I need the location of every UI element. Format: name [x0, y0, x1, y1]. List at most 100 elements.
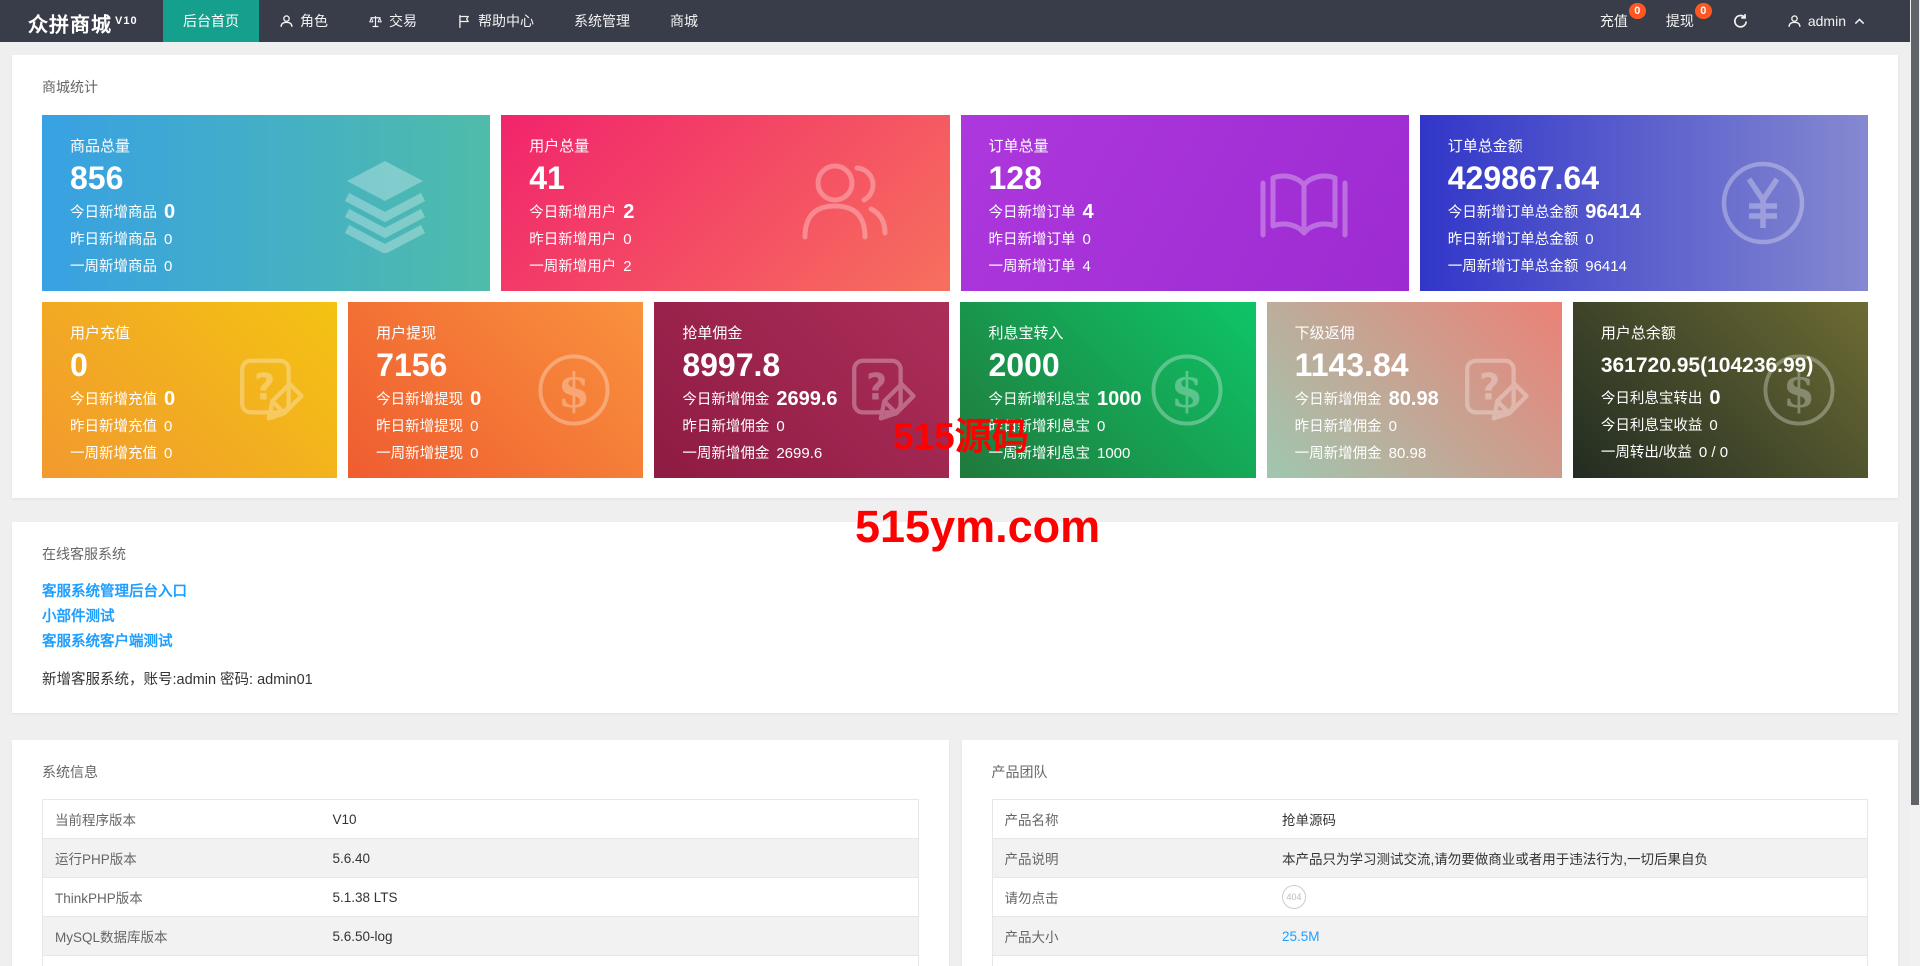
card-title: 下级返佣: [1295, 322, 1562, 343]
top-navbar: 众拼商城V10 后台首页 角色 交易 帮助中心 系统管理 商城 充值 0 提现 …: [0, 0, 1920, 42]
app-logo: 众拼商城V10: [0, 0, 163, 42]
nav-item-trade[interactable]: 交易: [348, 0, 437, 42]
card-title: 用户总余额: [1601, 322, 1868, 343]
flag-icon: [457, 14, 472, 29]
withdraw-label: 提现: [1666, 11, 1694, 31]
row-label: 产品名称: [992, 800, 1270, 839]
widget-test-link[interactable]: 小部件测试: [42, 605, 1868, 630]
nav-item-mall[interactable]: 商城: [650, 0, 718, 42]
card-stat-line: 今日新增提现0: [376, 389, 643, 410]
chevron-up-icon: [1852, 14, 1867, 29]
nav-item-label: 商城: [670, 11, 698, 31]
card-stat-line: 昨日新增订单总金额0: [1448, 230, 1868, 250]
badge-404-link[interactable]: 404: [1282, 885, 1306, 909]
app-title: 众拼商城: [28, 15, 112, 37]
card-stat-line: 今日利息宝转出0: [1601, 388, 1868, 409]
card-title: 用户总量: [529, 135, 949, 156]
card-stat-line: 一周新增提现0: [376, 444, 643, 464]
table-row: 产品大小 25.5M: [992, 917, 1868, 956]
card-title: 抢单佣金: [682, 322, 949, 343]
app-version: V10: [115, 15, 138, 27]
product-team-panel: 产品团队 产品名称 抢单源码 产品说明 本产品只为学习测试交流,请勿要做商业或者…: [962, 740, 1899, 966]
stat-card-user-withdraw: 用户提现 7156 今日新增提现0 昨日新增提现0 一周新增提现0: [348, 302, 643, 478]
person-icon: [1787, 14, 1802, 29]
system-info-panel: 系统信息 当前程序版本 V10 运行PHP版本 5.6.40 ThinkPHP版…: [12, 740, 949, 966]
card-stat-line: 今日利息宝收益0: [1601, 416, 1868, 436]
card-stat-line: 今日新增订单4: [989, 202, 1409, 223]
product-team-table: 产品名称 抢单源码 产品说明 本产品只为学习测试交流,请勿要做商业或者用于违法行…: [992, 799, 1869, 966]
table-row: 当前程序版本 V10: [43, 800, 919, 839]
row-value: V10: [321, 800, 919, 839]
recharge-button[interactable]: 充值 0: [1581, 0, 1647, 42]
card-value: 856: [70, 161, 490, 195]
nav-item-label: 角色: [300, 11, 328, 31]
row-value: 5.6.50-log: [321, 917, 919, 956]
row-value: 抢单源码: [1270, 800, 1868, 839]
card-value: 361720.95(104236.99): [1601, 351, 1868, 381]
scrollbar-track[interactable]: [1910, 0, 1920, 966]
recharge-label: 充值: [1600, 11, 1628, 31]
card-stat-line: 今日新增用户2: [529, 202, 949, 223]
withdraw-button[interactable]: 提现 0: [1647, 0, 1713, 42]
person-icon: [279, 14, 294, 29]
service-client-test-link[interactable]: 客服系统客户端测试: [42, 630, 1868, 655]
system-info-table: 当前程序版本 V10 运行PHP版本 5.6.40 ThinkPHP版本 5.1…: [42, 799, 919, 966]
card-value: 7156: [376, 348, 643, 382]
card-stat-line: 今日新增订单总金额96414: [1448, 202, 1868, 223]
row-label: ThinkPHP版本: [43, 878, 321, 917]
row-value: 5.1.38 LTS: [321, 878, 919, 917]
card-stat-line: 昨日新增用户0: [529, 230, 949, 250]
nav-item-label: 帮助中心: [478, 11, 534, 31]
stats-cards-row1: 商品总量 856 今日新增商品0 昨日新增商品0 一周新增商品0 用户总量 41…: [42, 115, 1868, 291]
nav-item-label: 交易: [389, 11, 417, 31]
table-row: 产品名称 抢单源码: [992, 800, 1868, 839]
table-row: 产品说明 本产品只为学习测试交流,请勿要做商业或者用于违法行为,一切后果自负: [992, 839, 1868, 878]
nav-item-dashboard[interactable]: 后台首页: [163, 0, 259, 42]
card-stat-line: 昨日新增佣金0: [1295, 417, 1562, 437]
nav-item-system[interactable]: 系统管理: [554, 0, 650, 42]
withdraw-badge: 0: [1695, 3, 1712, 19]
card-stat-line: 昨日新增商品0: [70, 230, 490, 250]
scrollbar-thumb[interactable]: [1911, 0, 1919, 805]
stat-card-sub-rebate: 下级返佣 1143.84 今日新增佣金80.98 昨日新增佣金0 一周新增佣金8…: [1267, 302, 1562, 478]
system-info-title: 系统信息: [42, 762, 919, 782]
card-stat-line: 一周新增商品0: [70, 257, 490, 277]
stat-card-order-amount: 订单总金额 429867.64 今日新增订单总金额96414 昨日新增订单总金额…: [1420, 115, 1868, 291]
bottom-panels: 系统信息 当前程序版本 V10 运行PHP版本 5.6.40 ThinkPHP版…: [12, 740, 1898, 966]
row-value: 5.6.40: [321, 839, 919, 878]
table-row: 运行PHP版本 5.6.40: [43, 839, 919, 878]
row-label: 请勿点击: [992, 878, 1270, 917]
product-size-link[interactable]: 25.5M: [1282, 929, 1320, 944]
navbar-right: 充值 0 提现 0 admin: [1581, 0, 1920, 42]
card-stat-line: 一周新增用户2: [529, 257, 949, 277]
refresh-button[interactable]: [1713, 0, 1768, 42]
table-row: [43, 956, 919, 966]
scales-icon: [368, 14, 383, 29]
card-title: 商品总量: [70, 135, 490, 156]
username: admin: [1808, 13, 1846, 29]
service-admin-entry-link[interactable]: 客服系统管理后台入口: [42, 580, 1868, 605]
card-stat-line: 昨日新增充值0: [70, 417, 337, 437]
card-stat-line: 一周转出/收益0 / 0: [1601, 443, 1868, 463]
card-value: 0: [70, 348, 337, 382]
card-value: 128: [989, 161, 1409, 195]
nav-item-label: 系统管理: [574, 11, 630, 31]
card-value: 8997.8: [682, 348, 949, 382]
refresh-icon: [1732, 13, 1749, 30]
card-title: 利息宝转入: [988, 322, 1255, 343]
service-links: 客服系统管理后台入口 小部件测试 客服系统客户端测试: [42, 580, 1868, 655]
card-value: 1143.84: [1295, 348, 1562, 382]
table-row: 请勿点击 404: [992, 878, 1868, 917]
user-menu[interactable]: admin: [1768, 0, 1886, 42]
card-stat-line: 一周新增订单总金额96414: [1448, 257, 1868, 277]
card-stat-line: 一周新增订单4: [989, 257, 1409, 277]
table-row: [992, 956, 1868, 966]
table-row: ThinkPHP版本 5.1.38 LTS: [43, 878, 919, 917]
stat-card-goods-total: 商品总量 856 今日新增商品0 昨日新增商品0 一周新增商品0: [42, 115, 490, 291]
card-title: 用户提现: [376, 322, 643, 343]
nav-item-roles[interactable]: 角色: [259, 0, 348, 42]
card-stat-line: 一周新增充值0: [70, 444, 337, 464]
product-team-title: 产品团队: [992, 762, 1869, 782]
nav-item-help-center[interactable]: 帮助中心: [437, 0, 554, 42]
card-title: 订单总金额: [1448, 135, 1868, 156]
